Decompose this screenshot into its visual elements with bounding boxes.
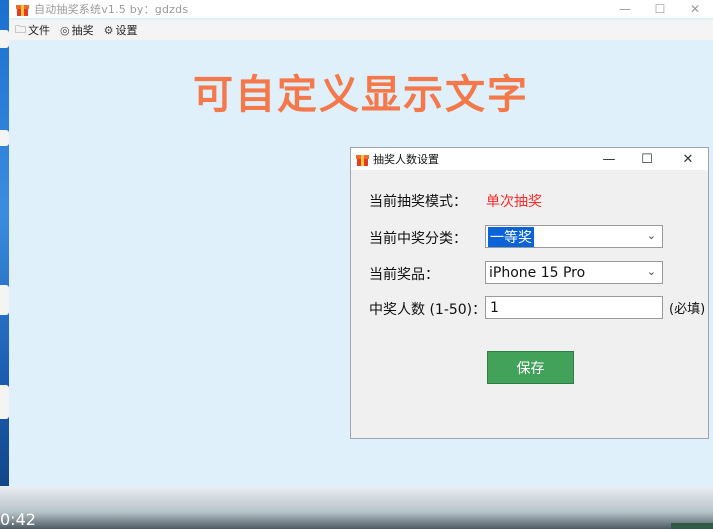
taskbar xyxy=(0,486,713,529)
desktop-icon-fragment[interactable] xyxy=(0,130,9,146)
required-note: (必填) xyxy=(669,302,706,317)
count-label: 中奖人数 (1-50)： xyxy=(369,302,487,318)
count-input[interactable]: 1 xyxy=(485,296,663,319)
dialog-close-button[interactable]: ✕ xyxy=(668,148,708,170)
window-title: 自动抽奖系统v1.5 by：gdzds xyxy=(34,3,189,16)
desktop-icon-fragment[interactable] xyxy=(0,285,9,315)
category-label: 当前中奖分类： xyxy=(369,231,467,247)
prize-selected-value: iPhone 15 Pro xyxy=(489,264,586,281)
dialog-titlebar[interactable]: 抽奖人数设置 — ☐ ✕ xyxy=(351,148,708,170)
prize-count-dialog: 抽奖人数设置 — ☐ ✕ 当前抽奖模式： 单次抽奖 当前中奖分类： 一等奖 ⌄ … xyxy=(350,147,709,439)
taskbar-clock: 0:42 xyxy=(0,510,36,529)
prize-select[interactable]: iPhone 15 Pro ⌄ xyxy=(485,261,663,284)
taskbar-tray-item[interactable] xyxy=(671,523,713,529)
menu-settings-label: 设置 xyxy=(115,24,138,37)
prize-label: 当前奖品： xyxy=(369,267,439,283)
dialog-title: 抽奖人数设置 xyxy=(373,153,439,166)
menu-file-label: 文件 xyxy=(28,24,50,37)
chevron-down-icon: ⌄ xyxy=(646,265,656,278)
menu-settings[interactable]: ⚙ 设置 xyxy=(104,22,138,38)
category-selected-value: 一等奖 xyxy=(488,226,534,247)
gift-icon xyxy=(16,3,29,16)
menu-file[interactable]: 🗀 文件 xyxy=(15,21,50,40)
folder-icon: 🗀 xyxy=(15,22,26,36)
close-button[interactable]: ✕ xyxy=(679,0,711,18)
main-titlebar[interactable]: 自动抽奖系统v1.5 by：gdzds — ☐ ✕ xyxy=(9,0,713,18)
minimize-button[interactable]: — xyxy=(609,0,641,18)
menu-lottery-label: 抽奖 xyxy=(71,24,94,37)
gear-icon: ⚙ xyxy=(103,23,114,37)
desktop-icon-fragment[interactable] xyxy=(0,385,9,419)
dialog-minimize-button[interactable]: — xyxy=(589,148,629,170)
menu-lottery[interactable]: ◎ 抽奖 xyxy=(60,22,94,38)
maximize-button[interactable]: ☐ xyxy=(644,0,676,18)
save-button[interactable]: 保存 xyxy=(487,351,574,384)
mode-label: 当前抽奖模式： xyxy=(369,194,467,210)
desktop-icon-fragment[interactable] xyxy=(0,30,9,48)
display-text: 可自定义显示文字 xyxy=(193,72,529,118)
menu-bar: 🗀 文件 ◎ 抽奖 ⚙ 设置 xyxy=(9,20,713,40)
gift-icon xyxy=(356,153,369,166)
target-icon: ◎ xyxy=(60,23,70,37)
desktop-edge xyxy=(0,0,9,529)
chevron-down-icon: ⌄ xyxy=(646,229,656,242)
category-select[interactable]: 一等奖 ⌄ xyxy=(485,225,663,248)
mode-value: 单次抽奖 xyxy=(486,194,542,210)
dialog-maximize-button[interactable]: ☐ xyxy=(627,148,667,170)
